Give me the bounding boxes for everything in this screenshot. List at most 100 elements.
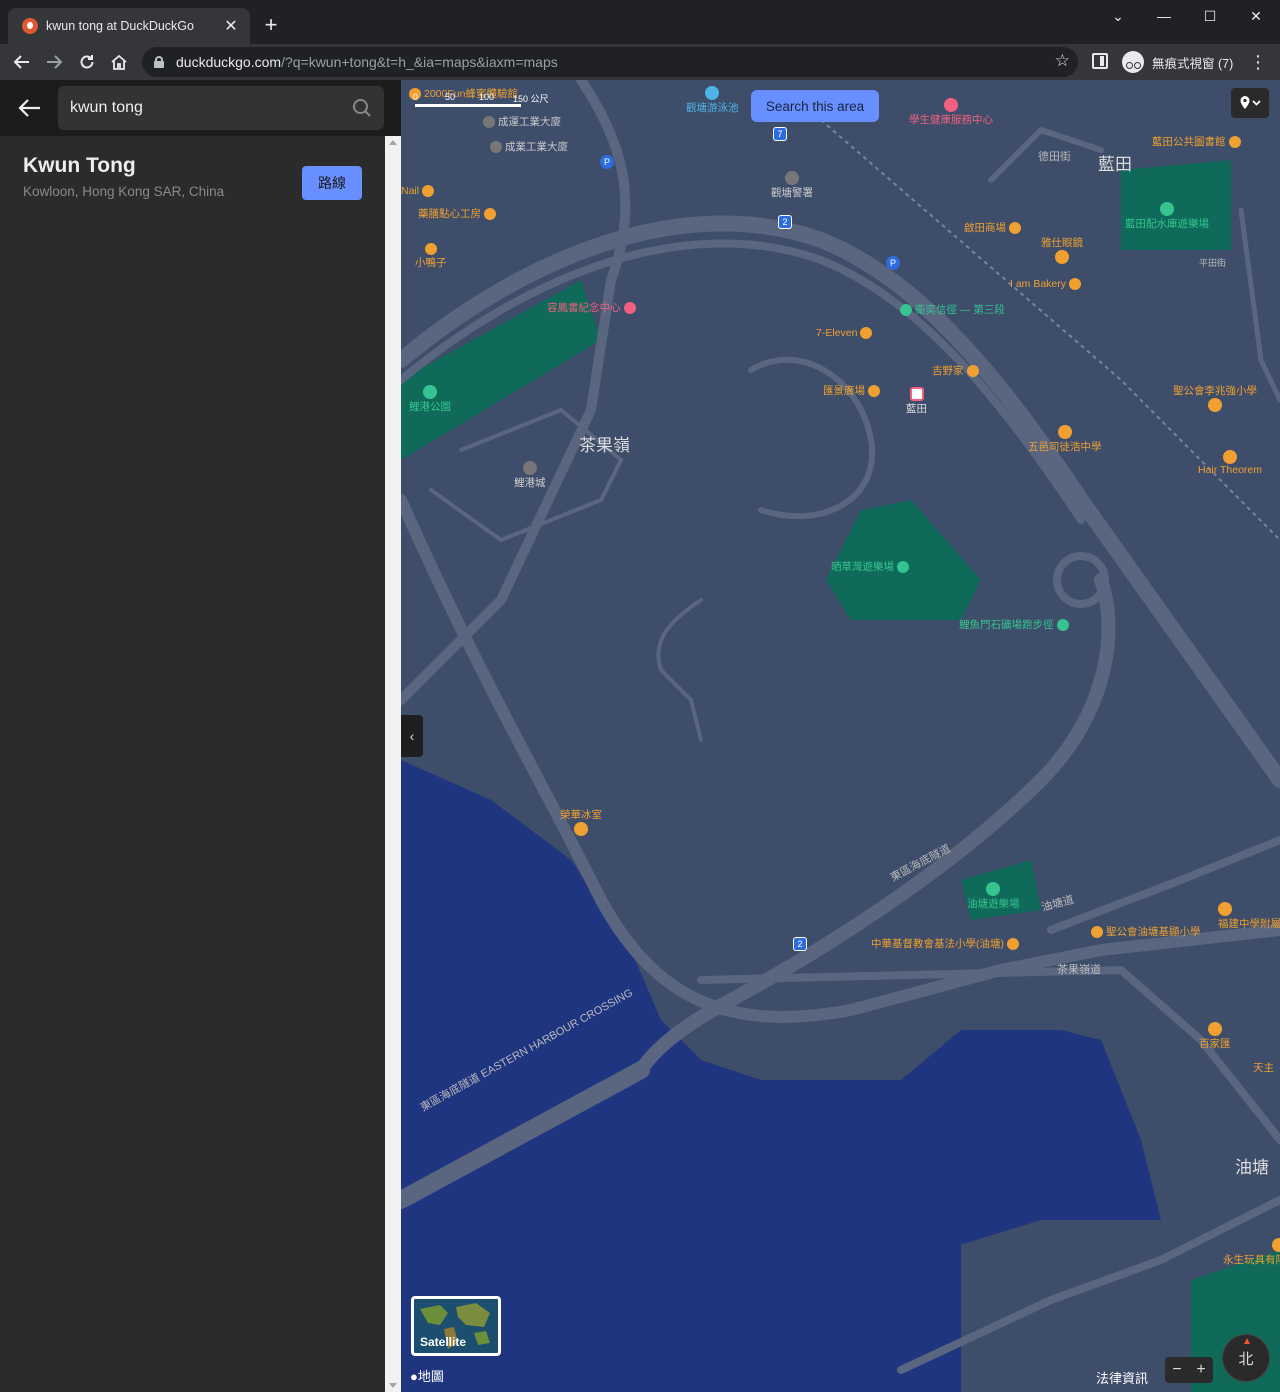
incognito-profile-button[interactable]: 無痕式視窗 (7)	[1118, 49, 1243, 75]
poi-kai-tin[interactable]: 啟田商場	[964, 220, 1021, 235]
map-search-field[interactable]	[58, 86, 384, 130]
zoom-out-button[interactable]: −	[1172, 1361, 1181, 1379]
poi-yau-tong-playground[interactable]: 油塘遊樂場	[967, 882, 1020, 911]
address-bar[interactable]: duckduckgo.com/?q=kwun+tong&t=h_&ia=maps…	[142, 47, 1078, 77]
poi-wing-wah-cafe[interactable]: 榮華冰室	[560, 807, 602, 836]
place-title: Kwun Tong	[23, 154, 136, 177]
scale-bar: 0 50 100 150 公尺	[411, 92, 571, 112]
home-icon	[111, 54, 127, 70]
legal-link[interactable]: 法律資訊	[1096, 1368, 1148, 1387]
salon-icon	[422, 185, 435, 197]
search-this-area-button[interactable]: Search this area	[751, 90, 879, 122]
road-label-ping-tin: 平田街	[1199, 258, 1227, 268]
back-to-results-button[interactable]	[16, 94, 44, 122]
park-icon	[1160, 202, 1174, 216]
poi-sceneway-plaza[interactable]: 匯景廣場	[823, 383, 880, 398]
poi-optical[interactable]: 雅仕眼鏡	[1041, 235, 1083, 264]
close-window-button[interactable]: ✕	[1233, 0, 1279, 32]
poi-reservoir-playground[interactable]: 藍田配水庫遊樂場	[1125, 202, 1209, 231]
road-label-de-tian: 德田街	[1038, 151, 1071, 163]
poi-lam-tin-library[interactable]: 藍田公共圖書館	[1152, 134, 1241, 149]
building-icon	[483, 115, 495, 128]
poi-student-health[interactable]: 學生健康服務中心	[909, 98, 993, 127]
locate-me-button[interactable]	[1231, 88, 1269, 118]
browser-menu-icon[interactable]: ⋮	[1248, 50, 1268, 74]
poi-lei-yue-mun-park[interactable]: 鯉港公園	[409, 385, 451, 414]
poi-hair-theorem[interactable]: Hair Theorem	[1198, 450, 1262, 476]
poi-7-eleven[interactable]: 7-Eleven	[816, 327, 873, 339]
poi-kwun-tong-police[interactable]: 觀塘警署	[771, 171, 813, 200]
area-label-lam-tin: 藍田	[1098, 155, 1132, 174]
poi-lee-siu-keung-school[interactable]: 聖公會李兆強小學	[1173, 383, 1257, 412]
incognito-label: 無痕式視窗 (7)	[1152, 56, 1234, 71]
poi-wilson-trail[interactable]: 衛奕信徑 — 第三段	[900, 302, 1005, 317]
url-host: duckduckgo.com	[176, 54, 282, 70]
building-icon	[522, 461, 537, 475]
park-icon	[423, 385, 437, 399]
poi-catholic[interactable]: 天主	[1253, 1060, 1274, 1075]
tab-close-icon[interactable]: ✕	[222, 16, 240, 36]
poi-duck[interactable]: 小鴨子	[415, 243, 447, 270]
map-attribution[interactable]: ●地圖	[410, 1366, 444, 1385]
scale-label-150: 150 公尺	[513, 94, 549, 104]
zoom-in-button[interactable]: +	[1196, 1361, 1205, 1379]
scroll-up-icon[interactable]	[389, 140, 397, 145]
search-icon[interactable]	[352, 98, 372, 118]
scroll-down-icon[interactable]	[389, 1383, 397, 1388]
poi-kei-faat-school[interactable]: 中華基督教會基法小學(油塘)	[871, 936, 1019, 951]
school-icon	[1208, 398, 1222, 412]
map-base	[401, 80, 1280, 1392]
new-tab-button[interactable]: +	[258, 12, 284, 38]
map-canvas[interactable]: 藍田 茶果嶺 油塘 東區海底隧道 EASTERN HARBOUR CROSSIN…	[401, 80, 1280, 1392]
collapse-sidebar-button[interactable]: ‹	[401, 715, 423, 757]
back-button[interactable]	[8, 48, 36, 76]
tab-search-icon[interactable]: ⌄	[1095, 0, 1141, 32]
poi-fukien-school[interactable]: 福建中學附屬	[1218, 902, 1280, 931]
directions-button[interactable]: 路線	[302, 166, 362, 200]
poi-yau-tong-kei-hin[interactable]: 聖公會油塘基顯小學	[1091, 924, 1201, 939]
minimize-button[interactable]: —	[1141, 0, 1187, 32]
map-search-input[interactable]	[70, 99, 350, 117]
reload-button[interactable]	[73, 48, 101, 76]
browser-tab[interactable]: kwun tong at DuckDuckGo ✕	[8, 8, 250, 44]
poi-dim-sum[interactable]: 藥膳點心工房	[418, 206, 496, 221]
search-header	[0, 80, 385, 136]
poi-shing-wan[interactable]: 成運工業大廈	[483, 114, 561, 129]
school-icon	[1007, 937, 1019, 950]
attribution-text: 地圖	[417, 1369, 444, 1384]
harbour-water	[401, 760, 1161, 1392]
poi-memorial-centre[interactable]: 容鳳書紀念中心	[547, 300, 636, 315]
place-result[interactable]: Kwun Tong Kowloon, Hong Kong SAR, China	[23, 154, 323, 199]
url-path: /?q=kwun+tong&t=h_&ia=maps&iaxm=maps	[281, 54, 558, 70]
swimming-icon	[705, 86, 720, 100]
sidebar-scrollbar[interactable]	[385, 136, 401, 1392]
poi-yoshinoya[interactable]: 吉野家	[932, 363, 979, 378]
forward-arrow-icon	[47, 55, 63, 69]
poi-szeto-ho-school[interactable]: 五邑司徒浩中學	[1028, 425, 1102, 454]
forward-button[interactable]	[40, 48, 68, 76]
poi-nail[interactable]: Nail	[401, 185, 435, 197]
bookmark-star-icon[interactable]: ☆	[1055, 51, 1070, 71]
poi-bakery[interactable]: I am Bakery	[1010, 278, 1082, 290]
results-sidebar: Kwun Tong Kowloon, Hong Kong SAR, China …	[0, 80, 385, 1392]
side-panel-icon[interactable]	[1092, 53, 1108, 69]
scale-label-100: 100	[479, 92, 495, 102]
poi-sai-tso-wan-playground[interactable]: 晒草灣遊樂場	[831, 559, 909, 574]
compass-button[interactable]: 北	[1222, 1334, 1270, 1382]
route-shield-7: 7	[773, 127, 787, 141]
poi-lei-yue-mun-plaza[interactable]: 鯉港城	[514, 461, 546, 490]
satellite-toggle[interactable]: Satellite	[411, 1296, 501, 1356]
poi-kwun-tong-pool[interactable]: 觀塘游泳池	[686, 86, 739, 115]
shopping-icon	[1009, 221, 1021, 234]
poi-shing-yip[interactable]: 成業工業大廈	[490, 139, 568, 154]
poi-running-trail[interactable]: 鯉魚門石礦場跑步徑	[959, 617, 1069, 632]
sports-icon	[897, 560, 909, 573]
poi-toy-company[interactable]: 永生玩具有限	[1223, 1238, 1280, 1267]
sports-icon	[1056, 618, 1069, 631]
poi-pak-ka-wui[interactable]: 百家匯	[1199, 1022, 1231, 1051]
road-label-cha-kwo-ling: 茶果嶺道	[1057, 964, 1101, 976]
poi-lam-tin-station[interactable]: 藍田	[906, 387, 927, 416]
home-button[interactable]	[105, 48, 133, 76]
shopping-icon	[1207, 1022, 1222, 1036]
maximize-button[interactable]: ☐	[1187, 0, 1233, 32]
